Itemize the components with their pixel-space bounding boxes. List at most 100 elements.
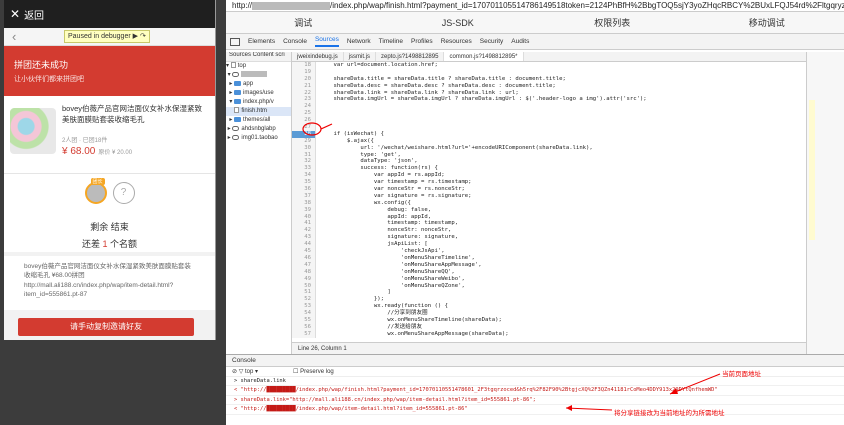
tree-item-app[interactable]: ▸ app (226, 80, 291, 89)
tree-item-finish[interactable]: finish.htm (226, 107, 291, 116)
close-icon[interactable]: ✕ (10, 7, 20, 21)
code-line[interactable]: 19 (292, 68, 806, 76)
code-line[interactable]: 51 ] (292, 289, 806, 297)
code-line[interactable]: 36 var nonceStr = rs.nonceStr; (292, 186, 806, 193)
line-number[interactable]: 41 (292, 220, 316, 228)
code-line[interactable]: 34 var appId = rs.appId; (292, 172, 806, 180)
code-line[interactable]: 31 type: 'get', (292, 151, 806, 159)
code-line[interactable]: 35 var timestamp = rs.timestamp; (292, 179, 806, 187)
code-line[interactable]: 29 $.ajax({ (292, 137, 806, 145)
code-line[interactable]: 41 timestamp: timestamp, (292, 220, 806, 228)
line-number[interactable]: 54 (292, 310, 316, 317)
tab-security[interactable]: Security (480, 38, 503, 45)
preserve-log-label[interactable]: Preserve log (300, 369, 334, 375)
code-line[interactable]: 28 if (isWechat) { (292, 130, 806, 138)
code-line[interactable]: 25 (292, 110, 806, 118)
code-line[interactable]: 42 nonceStr: nonceStr, (292, 227, 806, 235)
code-line[interactable]: 52 }); (292, 296, 806, 304)
tree-item-top[interactable]: ▾ top (226, 62, 291, 71)
line-number[interactable]: 25 (292, 110, 316, 118)
line-number[interactable]: 32 (292, 158, 316, 166)
line-number[interactable]: 33 (292, 165, 316, 173)
console-tab[interactable]: Console (226, 355, 844, 367)
line-number[interactable]: 20 (292, 75, 316, 83)
line-number[interactable]: 42 (292, 227, 316, 235)
tree-item-images[interactable]: ▸ images/use (226, 89, 291, 98)
code-line[interactable]: 24 (292, 103, 806, 111)
code-line[interactable]: 54 //分享到朋友圈 (292, 310, 806, 317)
line-number[interactable]: 50 (292, 282, 316, 290)
code-line[interactable]: 32 dataType: 'json', (292, 158, 806, 166)
code-line[interactable]: 46 'onMenuShareTimeline', (292, 254, 806, 262)
line-number[interactable]: 26 (292, 117, 316, 125)
line-number[interactable]: 47 (292, 261, 316, 269)
code-line[interactable]: 50 'onMenuShareQZone', (292, 282, 806, 290)
code-line[interactable]: 33 success: function(rs) { (292, 165, 806, 173)
line-number[interactable]: 38 (292, 199, 316, 207)
code-line[interactable]: 20 shareData.title = shareData.title ? s… (292, 75, 806, 83)
code-line[interactable]: 43 signature: signature, (292, 234, 806, 242)
line-number[interactable]: 24 (292, 103, 316, 111)
code-line[interactable]: 18 var url=document.location.href; (292, 62, 806, 69)
line-number[interactable]: 52 (292, 296, 316, 304)
line-number[interactable]: 23 (292, 96, 316, 104)
line-number[interactable]: 35 (292, 179, 316, 187)
line-number[interactable]: 30 (292, 144, 316, 152)
line-number[interactable]: 39 (292, 206, 316, 214)
line-number[interactable]: 37 (292, 192, 316, 200)
line-number[interactable]: 56 (292, 323, 316, 331)
navigator-tabs[interactable]: Sources Content scri (226, 52, 291, 62)
line-number[interactable]: 45 (292, 248, 316, 255)
file-tab-jssmit[interactable]: jssmit.js (344, 52, 377, 61)
line-number[interactable]: 36 (292, 186, 316, 193)
code-line[interactable]: 23 shareData.imgUrl = shareData.imgUrl ?… (292, 96, 806, 104)
tab-mobile-debug[interactable]: 移动调试 (690, 12, 844, 33)
share-text-box[interactable]: bovey伯薇产品官网洁面仪女补水保湿紧致美肤面膜贴套装收缩毛孔 ¥68.00拼… (4, 256, 215, 310)
line-number[interactable]: 29 (292, 137, 316, 145)
tab-profiles[interactable]: Profiles (411, 38, 433, 45)
line-number[interactable]: 51 (292, 289, 316, 297)
tab-js-sdk[interactable]: JS-SDK (381, 12, 536, 33)
tab-console[interactable]: Console (283, 38, 307, 45)
line-number[interactable]: 49 (292, 275, 316, 283)
code-line[interactable]: 26 (292, 117, 806, 125)
code-line[interactable]: 56 //发送给朋友 (292, 323, 806, 331)
chevron-left-icon[interactable]: ‹ (12, 29, 16, 44)
line-number[interactable]: 48 (292, 268, 316, 276)
breakpoint-line-number[interactable]: 28 (292, 130, 316, 138)
tree-item-ahdsnbg[interactable]: ▸ ahdsnbglabp (226, 125, 291, 134)
code-line[interactable]: 44 jsApiList: [ (292, 241, 806, 249)
tab-timeline[interactable]: Timeline (379, 38, 403, 45)
code-line[interactable]: 27 (292, 124, 806, 131)
line-number[interactable]: 43 (292, 234, 316, 242)
tab-elements[interactable]: Elements (248, 38, 275, 45)
line-number[interactable]: 44 (292, 241, 316, 249)
line-number[interactable]: 18 (292, 62, 316, 69)
code-line[interactable]: 40 appId: appId, (292, 213, 806, 221)
code-line[interactable]: 48 'onMenuShareQQ', (292, 268, 806, 276)
tab-resources[interactable]: Resources (441, 38, 472, 45)
tab-permissions[interactable]: 权限列表 (535, 12, 690, 33)
line-number[interactable]: 19 (292, 68, 316, 76)
line-number[interactable]: 53 (292, 303, 316, 311)
file-tab-common[interactable]: common.js?1498812895* (444, 52, 524, 61)
close-label[interactable]: 返回 (24, 7, 44, 22)
line-number[interactable]: 22 (292, 89, 316, 97)
line-number[interactable]: 55 (292, 316, 316, 324)
code-line[interactable]: 47 'onMenuShareAppMessage', (292, 261, 806, 269)
context-select[interactable]: top (245, 369, 253, 375)
file-tab-zepto[interactable]: zepto.js?1498812895 (376, 52, 445, 61)
code-lines[interactable]: 18 var url=document.location.href; 19 20 s… (292, 62, 806, 342)
code-line[interactable]: 57 wx.onMenuShareAppMessage(shareData); (292, 330, 806, 338)
inspect-icon[interactable] (230, 37, 240, 46)
code-line[interactable]: 49 'onMenuShareWeibo', (292, 275, 806, 283)
code-line[interactable]: 21 shareData.desc = shareData.desc ? sha… (292, 82, 806, 90)
tree-item-themes[interactable]: ▸ themes/all (226, 116, 291, 125)
tab-audits[interactable]: Audits (511, 38, 529, 45)
file-tab-jweixindebug[interactable]: jweixindebug.js (292, 52, 344, 61)
line-number[interactable]: 46 (292, 254, 316, 262)
code-line[interactable]: 30 url: '/wechat/weishare.html?url='+enc… (292, 144, 806, 152)
tab-debug[interactable]: 调试 (226, 12, 381, 33)
code-line[interactable]: 45 'checkJsApi', (292, 248, 806, 255)
product-card[interactable]: bovey伯薇产品官网洁面仪女补水保湿紧致美肤面膜贴套装收缩毛孔 2人团 · 已… (4, 96, 215, 174)
